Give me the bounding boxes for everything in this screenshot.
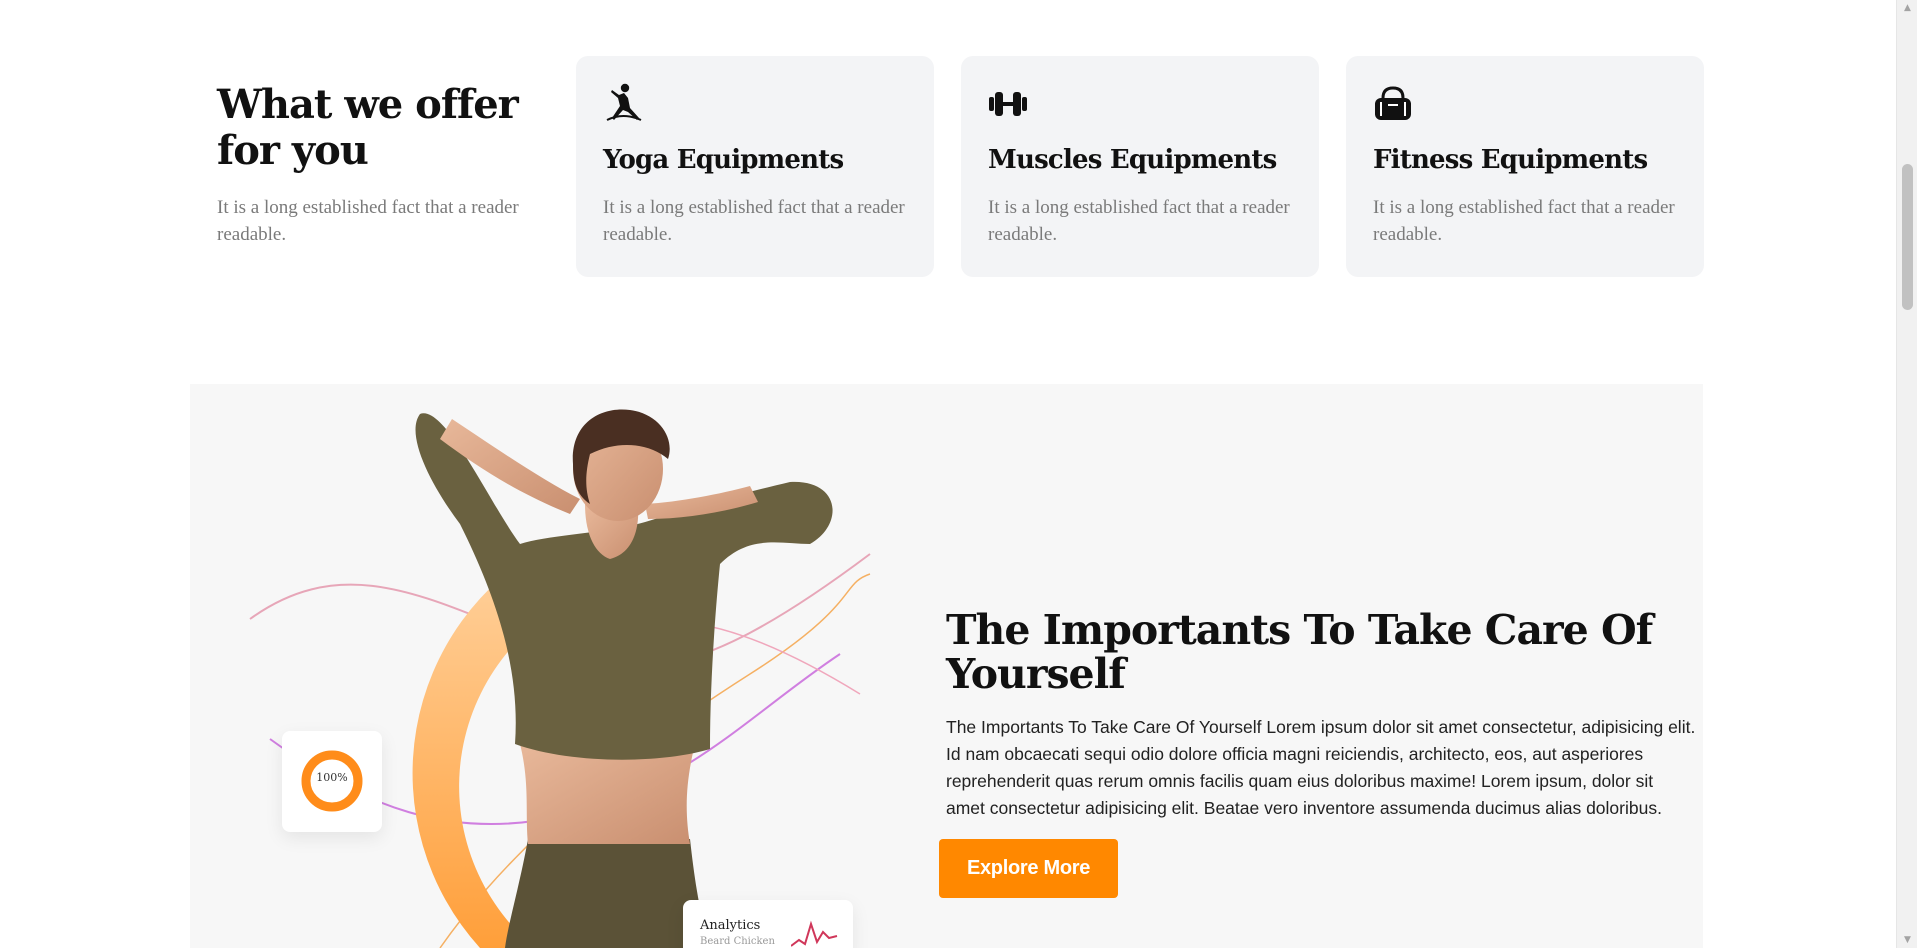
offer-card-yoga: Yoga Equipments It is a long established… xyxy=(576,56,934,277)
care-heading: The Importants To Take Care Of Yourself xyxy=(946,606,1653,698)
dumbbell-icon xyxy=(989,92,1027,116)
progress-widget: 100% xyxy=(282,731,382,832)
care-body-text: The Importants To Take Care Of Yourself … xyxy=(946,717,1696,818)
offer-card-fitness: Fitness Equipments It is a long establis… xyxy=(1346,56,1704,277)
offer-card-title: Yoga Equipments xyxy=(603,145,844,175)
offer-heading: What we offer for you xyxy=(217,81,519,174)
offer-description: It is a long established fact that a rea… xyxy=(217,197,519,245)
analytics-widget: Analytics Beard Chicken xyxy=(683,900,853,948)
yoga-pose-icon xyxy=(606,83,642,121)
offer-intro: What we offer for you It is a long estab… xyxy=(217,82,547,248)
hero-illustration xyxy=(249,409,871,948)
progress-value: 100% xyxy=(316,771,348,784)
scrollbar-thumb[interactable] xyxy=(1902,164,1913,310)
analytics-title: Analytics xyxy=(700,918,761,933)
figure-pants xyxy=(505,839,710,948)
offer-card-description: It is a long established fact that a rea… xyxy=(603,197,905,245)
page-scrollbar[interactable]: ▲ ▼ xyxy=(1896,0,1917,948)
explore-more-button[interactable]: Explore More xyxy=(939,839,1118,898)
offer-card-title: Muscles Equipments xyxy=(988,145,1277,175)
care-section: 100% Analytics Beard Chicken The Importa… xyxy=(190,384,1703,948)
offer-card-title: Fitness Equipments xyxy=(1373,145,1648,175)
offer-card-description: It is a long established fact that a rea… xyxy=(988,197,1290,245)
scroll-down-arrow-icon[interactable]: ▼ xyxy=(1897,932,1917,948)
offer-card-description: It is a long established fact that a rea… xyxy=(1373,197,1675,245)
sparkline-icon xyxy=(791,920,838,947)
scroll-up-arrow-icon[interactable]: ▲ xyxy=(1897,0,1917,16)
care-text-block: The Importants To Take Care Of Yourself … xyxy=(946,608,1696,822)
offer-card-muscles: Muscles Equipments It is a long establis… xyxy=(961,56,1319,277)
gym-bag-icon xyxy=(1375,86,1411,120)
analytics-subtitle: Beard Chicken xyxy=(700,936,775,947)
